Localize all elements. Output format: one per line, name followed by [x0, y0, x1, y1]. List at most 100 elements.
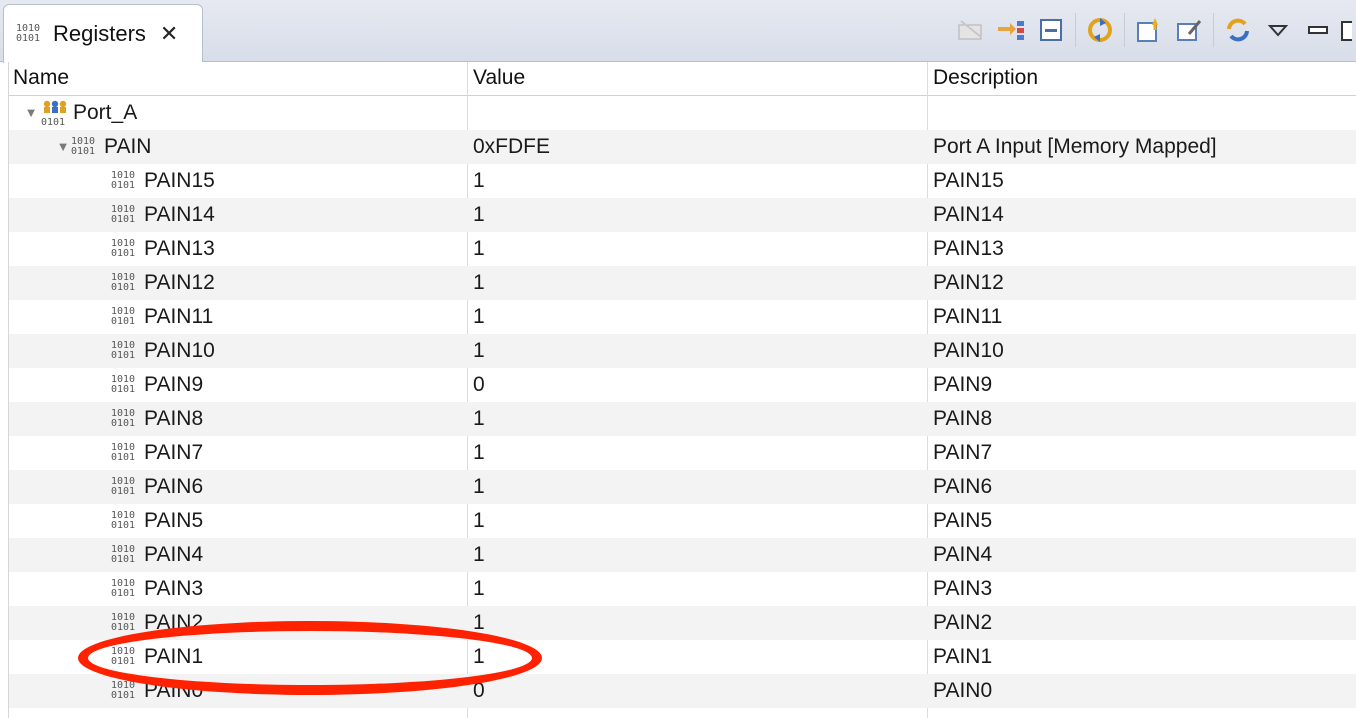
table-row[interactable]: 1010 0101 PAIN5 1 PAIN5	[9, 504, 1356, 538]
field-value[interactable]: 1	[473, 572, 929, 606]
field-value[interactable]: 1	[473, 300, 929, 334]
column-header-description[interactable]: Description	[929, 62, 1356, 96]
go-to-icon[interactable]	[991, 10, 1031, 50]
field-icon: 1010 0101	[111, 306, 136, 327]
register-value[interactable]: 0xFDFE	[473, 130, 929, 164]
table-row[interactable]: 1010 0101 PAIN10 1 PAIN10	[9, 334, 1356, 368]
field-icon: 1010 0101	[111, 170, 136, 191]
field-icon: 1010 0101	[111, 476, 136, 497]
table-row-register[interactable]: ▼ 1010 0101 PAIN 0xFDFE Port A Input [Mem…	[9, 130, 1356, 164]
field-value[interactable]: 0	[473, 368, 929, 402]
field-description: PAIN15	[933, 169, 1004, 192]
field-name: PAIN6	[144, 475, 204, 498]
field-name: PAIN8	[144, 407, 204, 430]
table-row[interactable]: 1010 0101 PAIN6 1 PAIN6	[9, 470, 1356, 504]
field-name: PAIN7	[144, 441, 204, 464]
field-description: PAIN3	[933, 577, 993, 600]
table-row[interactable]: 1010 0101 PAIN3 1 PAIN3	[9, 572, 1356, 606]
field-name: PAIN14	[144, 203, 215, 226]
expanded-triangle-icon[interactable]: ▼	[23, 96, 39, 130]
field-description: PAIN7	[933, 441, 993, 464]
field-description: PAIN1	[933, 645, 993, 668]
table-row[interactable]: 1010 0101 PAIN9 0 PAIN9	[9, 368, 1356, 402]
minimize-icon[interactable]	[1298, 10, 1338, 50]
table-row[interactable]: 1010 0101 PAIN8 1 PAIN8	[9, 402, 1356, 436]
field-name: PAIN4	[144, 543, 204, 566]
field-icon: 1010 0101	[111, 374, 136, 395]
field-value[interactable]: 1	[473, 198, 929, 232]
svg-text:0101: 0101	[41, 117, 65, 127]
field-description: PAIN8	[933, 407, 993, 430]
view-tab-bar: 1010 0101 Registers ✕	[0, 0, 1356, 63]
expanded-triangle-icon[interactable]: ▼	[55, 130, 71, 164]
field-description: PAIN14	[933, 203, 1004, 226]
field-value[interactable]: 1	[473, 436, 929, 470]
table-row[interactable]: 1010 0101 PAIN7 1 PAIN7	[9, 436, 1356, 470]
field-value[interactable]: 1	[473, 606, 929, 640]
close-icon[interactable]: ✕	[160, 23, 178, 45]
field-description: PAIN10	[933, 339, 1004, 362]
field-name: PAIN1	[144, 645, 204, 668]
table-row-group[interactable]: ▼ 0101 Port_A	[9, 96, 1356, 130]
field-value[interactable]: 1	[473, 504, 929, 538]
field-icon: 1010 0101	[111, 408, 136, 429]
table-row[interactable]: 1010 0101 PAIN13 1 PAIN13	[9, 232, 1356, 266]
remove-icon[interactable]	[951, 10, 991, 50]
field-description: PAIN12	[933, 271, 1004, 294]
maximize-icon[interactable]	[1338, 10, 1356, 50]
field-icon: 1010 0101	[111, 340, 136, 361]
table-row[interactable]: 1010 0101 PAIN12 1 PAIN12	[9, 266, 1356, 300]
field-value[interactable]: 1	[473, 402, 929, 436]
view-menu-icon[interactable]	[1258, 10, 1298, 50]
field-value[interactable]: 1	[473, 232, 929, 266]
table-row[interactable]: 1010 0101 PAIN1 1 PAIN1	[9, 640, 1356, 674]
register-icon: 1010 0101	[16, 23, 41, 44]
table-row[interactable]: 1010 0101 PAIN0 0 PAIN0	[9, 674, 1356, 708]
field-value[interactable]: 1	[473, 640, 929, 674]
column-header-value[interactable]: Value	[469, 62, 925, 96]
register-description: Port A Input [Memory Mapped]	[933, 135, 1217, 158]
field-value[interactable]: 1	[473, 538, 929, 572]
field-icon: 1010 0101	[111, 544, 136, 565]
field-value[interactable]: 0	[473, 674, 929, 708]
field-icon: 1010 0101	[111, 578, 136, 599]
sync-icon[interactable]	[1218, 10, 1258, 50]
field-name: PAIN5	[144, 509, 204, 532]
tab-registers[interactable]: 1010 0101 Registers ✕	[3, 4, 203, 63]
new-group-icon[interactable]	[1129, 10, 1169, 50]
field-description: PAIN9	[933, 373, 993, 396]
field-icon: 1010 0101	[111, 612, 136, 633]
field-description: PAIN0	[933, 679, 993, 702]
table-row[interactable]: 1010 0101 PAIN2 1 PAIN2	[9, 606, 1356, 640]
field-name: PAIN15	[144, 169, 215, 192]
field-value[interactable]: 1	[473, 266, 929, 300]
register-group-icon: 0101	[41, 100, 67, 127]
column-header-name[interactable]: Name	[9, 62, 467, 96]
register-icon: 1010 0101	[71, 136, 96, 157]
collapse-all-icon[interactable]	[1031, 10, 1071, 50]
registers-table: Name Value Description ▼ 0101 Port_A ▼ 1…	[8, 62, 1356, 718]
table-row[interactable]: 1010 0101 PAIN4 1 PAIN4	[9, 538, 1356, 572]
field-value[interactable]: 1	[473, 164, 929, 198]
toolbar-separator	[1213, 13, 1214, 47]
field-description: PAIN13	[933, 237, 1004, 260]
field-icon: 1010 0101	[111, 646, 136, 667]
edit-group-icon[interactable]	[1169, 10, 1209, 50]
field-value[interactable]: 1	[473, 470, 929, 504]
field-name: PAIN11	[144, 305, 214, 328]
group-value	[473, 96, 929, 130]
toolbar-separator	[1075, 13, 1076, 47]
field-name: PAIN12	[144, 271, 215, 294]
field-name: PAIN10	[144, 339, 215, 362]
refresh-icon[interactable]	[1080, 10, 1120, 50]
field-name: PAIN9	[144, 373, 204, 396]
group-name: Port_A	[73, 101, 138, 124]
table-row[interactable]: 1010 0101 PAIN11 1 PAIN11	[9, 300, 1356, 334]
tab-title: Registers	[53, 21, 146, 46]
field-icon: 1010 0101	[111, 204, 136, 225]
field-value[interactable]: 1	[473, 334, 929, 368]
field-icon: 1010 0101	[111, 680, 136, 701]
field-name: PAIN0	[144, 679, 204, 702]
table-row[interactable]: 1010 0101 PAIN15 1 PAIN15	[9, 164, 1356, 198]
table-row[interactable]: 1010 0101 PAIN14 1 PAIN14	[9, 198, 1356, 232]
